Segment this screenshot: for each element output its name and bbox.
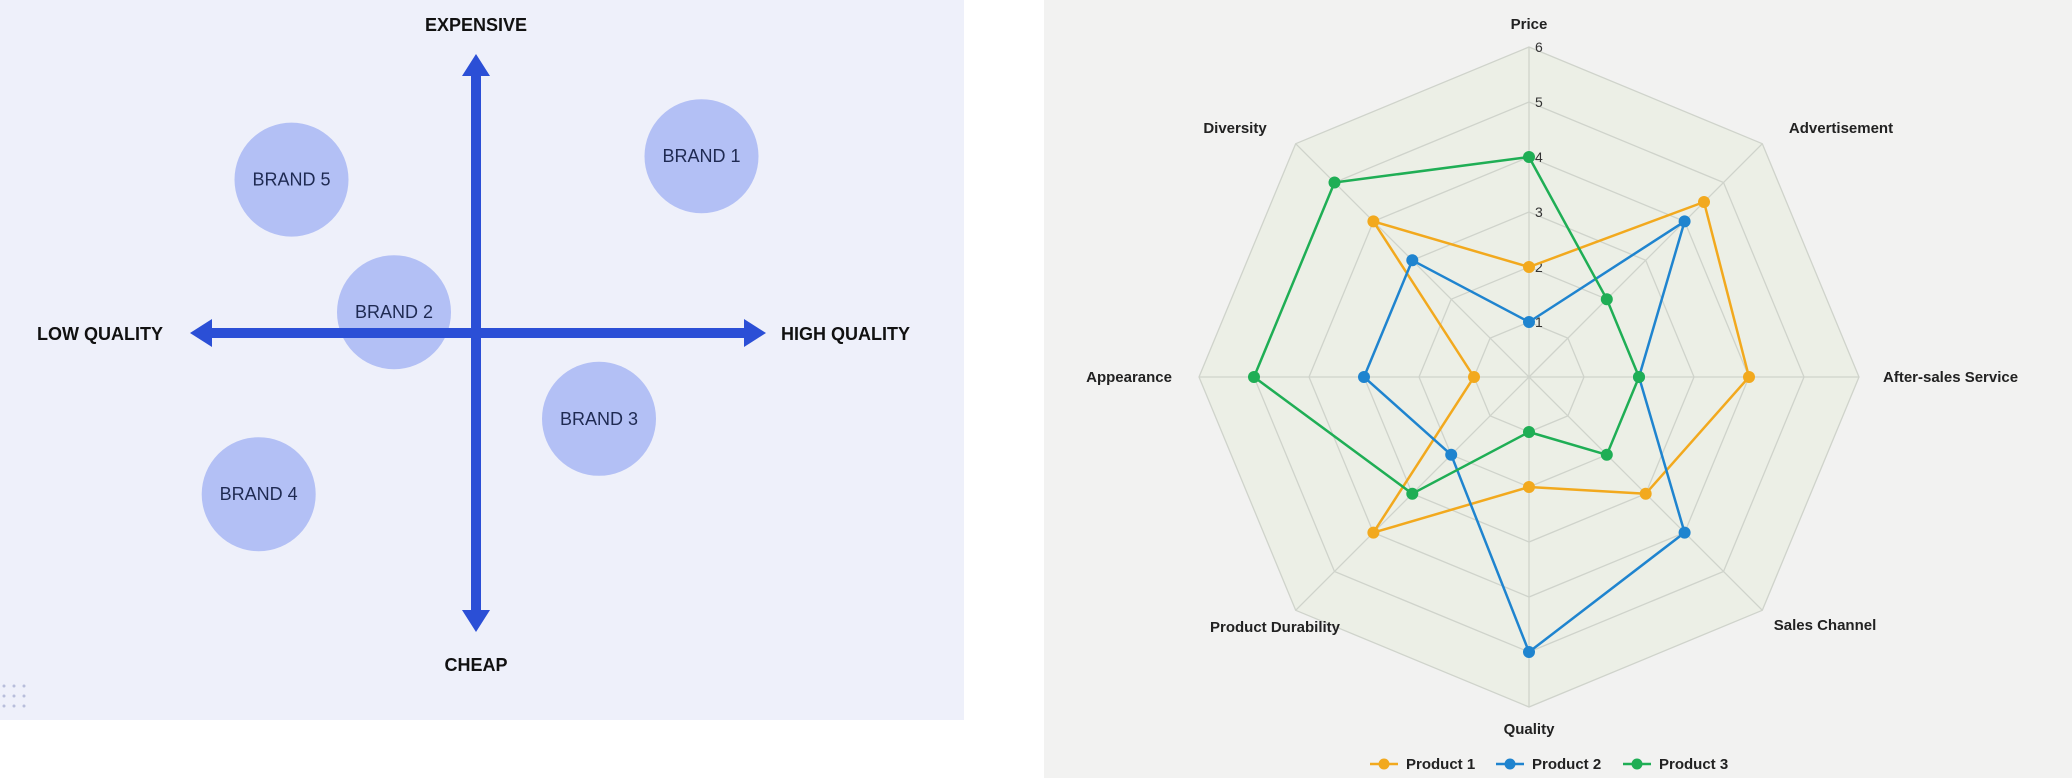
y-axis-down-arrow (462, 610, 490, 632)
brand-point: BRAND 3 (542, 361, 656, 476)
radar-data-point (1367, 215, 1380, 228)
x-axis-right-arrow (744, 319, 766, 347)
dots-grid-decoration (2, 684, 26, 708)
radar-axis-label: Price (1511, 16, 1548, 33)
radar-axis-label: After-sales Service (1883, 369, 2018, 386)
radar-axis-label: Quality (1504, 721, 1556, 738)
radar-chart-panel: 1 2 3 4 5 6 Price Advertisement After-sales Serv… (1044, 0, 2072, 778)
legend-item: Product 3 (1623, 756, 1728, 773)
label-cheap: CHEAP (444, 655, 507, 675)
radar-data-point (1406, 487, 1419, 500)
radar-tick-label: 5 (1535, 94, 1543, 110)
radar-axis-label: Appearance (1086, 369, 1172, 386)
label-expensive: EXPENSIVE (425, 15, 527, 35)
radar-data-point (1468, 371, 1480, 383)
radar-data-point (1698, 196, 1710, 208)
legend-marker (1631, 758, 1643, 770)
radar-data-point (1600, 293, 1613, 306)
legend: Product 1 Product 2 Product 3 (1370, 756, 1728, 773)
radar-data-point (1678, 215, 1691, 228)
radar-data-point (1633, 371, 1645, 383)
radar-data-point (1523, 426, 1535, 438)
legend-item: Product 2 (1496, 756, 1601, 773)
positioning-map-chart: BRAND 1 BRAND 5 BRAND 2 BRAND 3 BRAND 4 EXPEN… (37, 15, 910, 675)
radar-data-point (1445, 448, 1458, 461)
brand-point: BRAND 1 (644, 99, 759, 214)
radar-chart: 123456PriceAdvertisementAfter-sales Serv… (1086, 16, 2018, 773)
radar-data-point (1248, 371, 1260, 383)
brand-label: BRAND 3 (560, 409, 638, 429)
label-low-quality: LOW QUALITY (37, 324, 163, 344)
radar-data-point (1600, 448, 1613, 461)
radar-data-point (1358, 371, 1370, 383)
radar-axis-label: Advertisement (1789, 120, 1893, 137)
radar-axis-label: Product Durability (1210, 619, 1341, 636)
radar-data-point (1367, 526, 1380, 539)
x-axis-left-arrow (190, 319, 212, 347)
brand-point: BRAND 4 (201, 437, 316, 552)
radar-data-point (1639, 487, 1652, 500)
label-high-quality: HIGH QUALITY (781, 324, 910, 344)
radar-data-point (1678, 526, 1691, 539)
legend-marker (1378, 758, 1390, 770)
radar-data-point (1406, 254, 1419, 267)
radar-axis-label: Sales Channel (1774, 617, 1877, 634)
legend-marker (1504, 758, 1516, 770)
positioning-map-panel: BRAND 1 BRAND 5 BRAND 2 BRAND 3 BRAND 4 EXPEN… (0, 0, 964, 720)
brand-label: BRAND 1 (662, 146, 740, 166)
radar-tick-label: 4 (1535, 149, 1543, 165)
radar-data-point (1523, 316, 1535, 328)
radar-data-point (1523, 151, 1535, 163)
radar-data-point (1523, 261, 1535, 273)
brand-label: BRAND 4 (220, 484, 298, 504)
brand-point: BRAND 5 (234, 122, 349, 237)
brand-label: BRAND 2 (355, 302, 433, 322)
legend-item: Product 1 (1370, 756, 1475, 773)
radar-tick-label: 6 (1535, 39, 1543, 55)
y-axis-up-arrow (462, 54, 490, 76)
radar-tick-label: 3 (1535, 204, 1543, 220)
radar-data-point (1523, 646, 1535, 658)
radar-data-point (1328, 176, 1341, 189)
brand-label: BRAND 5 (252, 170, 330, 190)
legend-label: Product 3 (1659, 756, 1728, 773)
radar-axis-label: Diversity (1203, 120, 1267, 137)
radar-data-point (1743, 371, 1755, 383)
brand-point: BRAND 2 (337, 255, 451, 370)
legend-label: Product 1 (1406, 756, 1475, 773)
legend-label: Product 2 (1532, 756, 1601, 773)
radar-data-point (1523, 481, 1535, 493)
